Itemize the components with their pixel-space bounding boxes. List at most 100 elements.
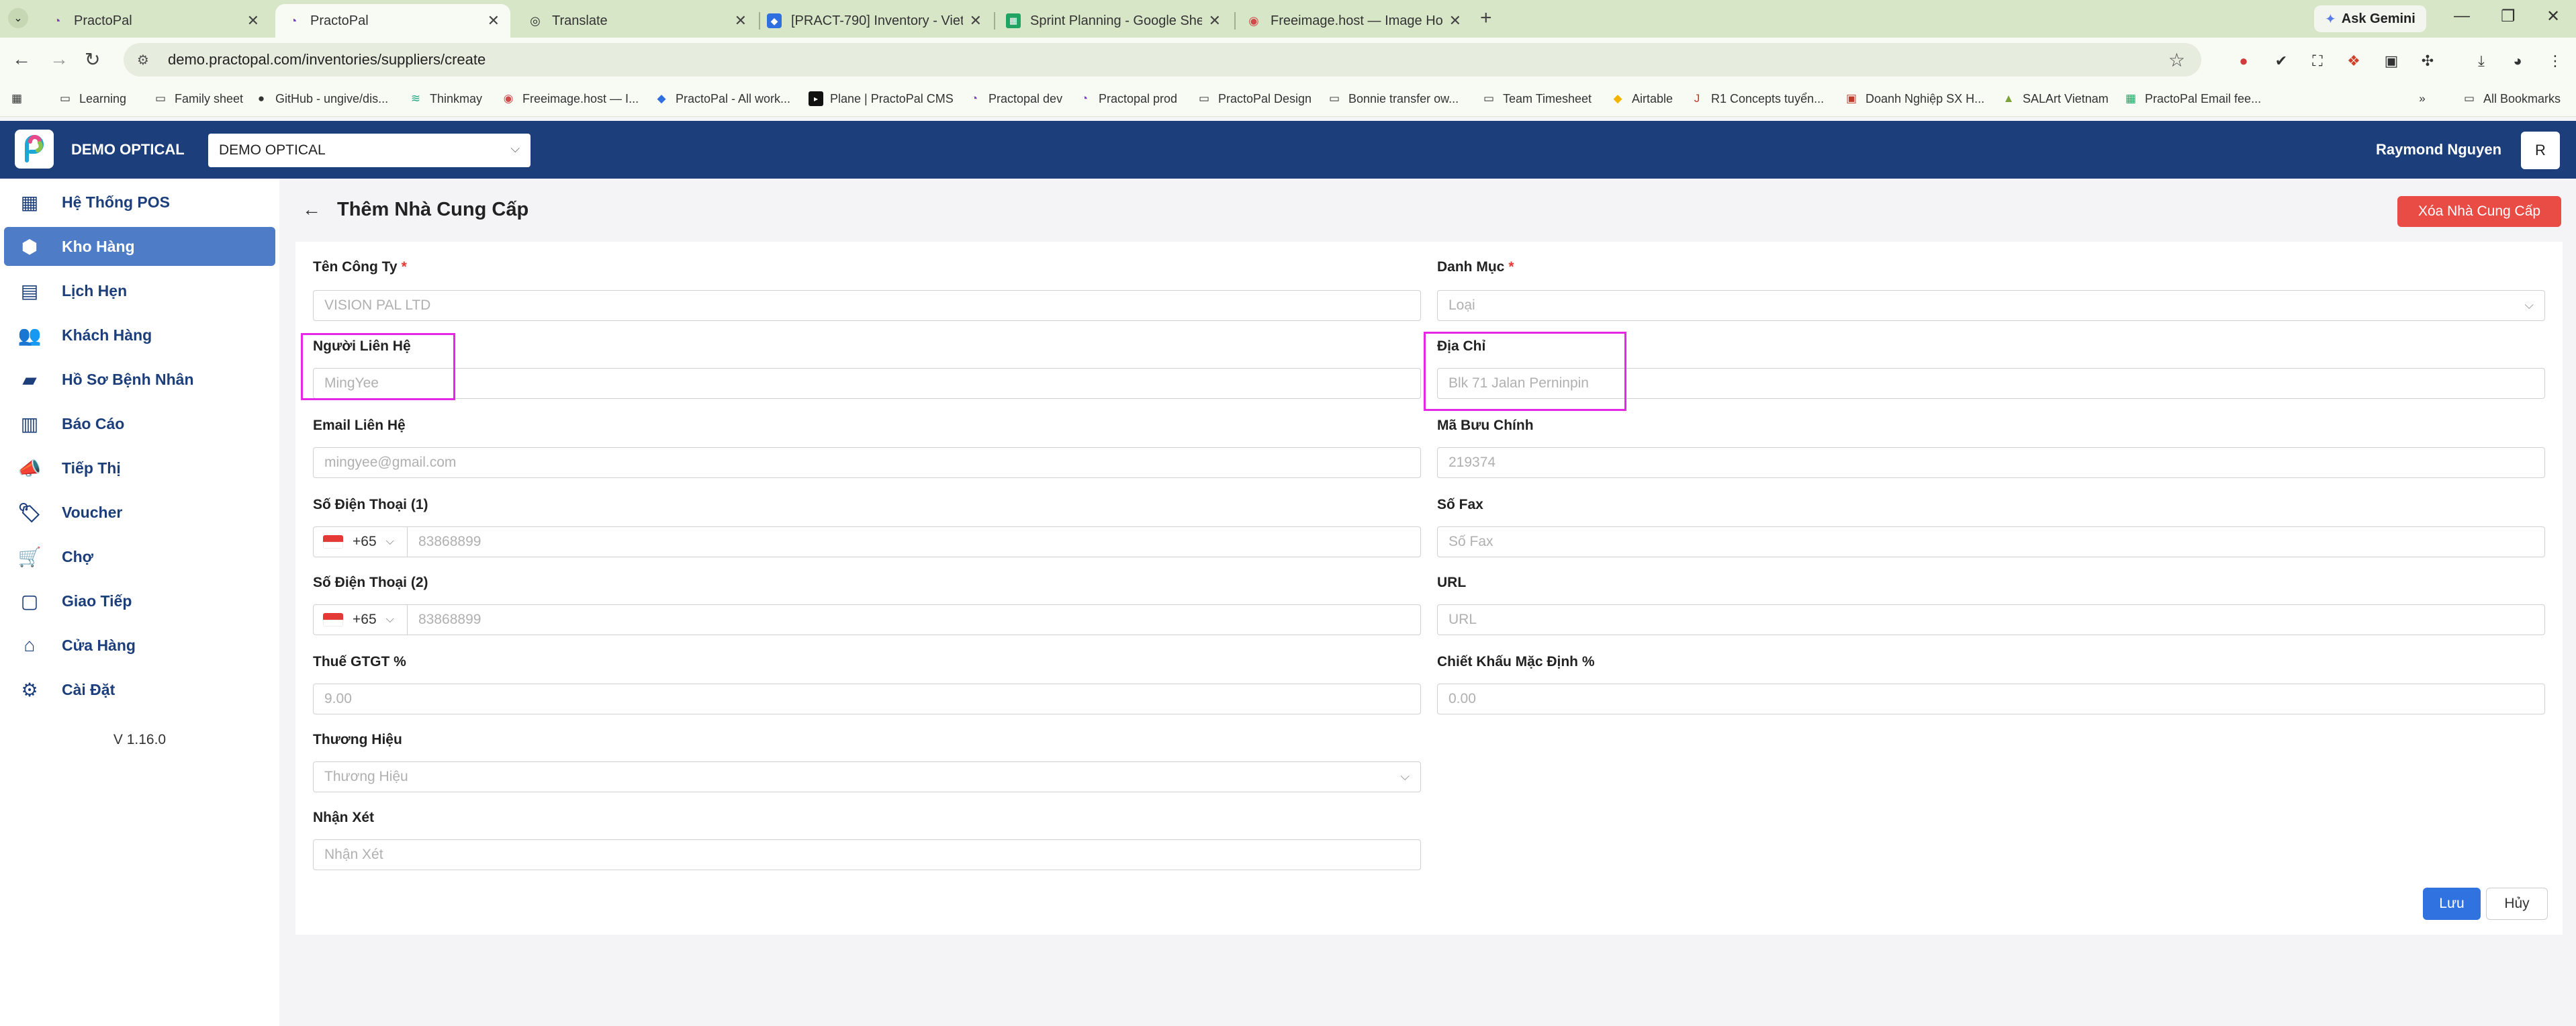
sidebar-item-label: Khách Hàng (62, 326, 152, 344)
url-input[interactable]: URL (1437, 604, 2545, 635)
close-icon[interactable]: ✕ (488, 12, 500, 30)
practopal-logo-icon[interactable] (15, 130, 54, 169)
cancel-button[interactable]: Hủy (2486, 888, 2548, 920)
default-discount-input[interactable]: 0.00 (1437, 684, 2545, 714)
brand-select[interactable]: Thương Hiệu ⌵ (313, 761, 1421, 792)
user-name[interactable]: Raymond Nguyen (2376, 141, 2501, 158)
store-icon: ⌂ (24, 635, 36, 655)
bookmark-practopal-prod[interactable]: ◔ Practopal prod (1077, 91, 1177, 106)
bookmark-r1-concepts[interactable]: J R1 Concepts tuyển... (1690, 91, 1824, 106)
apps-grid-icon[interactable]: ▦ (9, 91, 31, 106)
fax-input[interactable]: Số Fax (1437, 526, 2545, 557)
extension-check-icon[interactable]: ✔ (2271, 51, 2291, 71)
extensions-puzzle-icon[interactable]: ✣ (2418, 51, 2438, 71)
gemini-label: Ask Gemini (2341, 11, 2416, 26)
contact-person-input[interactable]: MingYee (313, 368, 1421, 399)
remarks-input[interactable]: Nhận Xét (313, 839, 1421, 870)
minimize-icon[interactable]: — (2454, 7, 2470, 26)
restore-icon[interactable]: ❐ (2501, 7, 2516, 26)
bookmark-practopal-dev[interactable]: ◔ Practopal dev (967, 91, 1062, 106)
practopal-icon: ◔ (53, 13, 61, 28)
sidebar-item-settings[interactable]: ⚙ Cài Đặt (4, 670, 275, 709)
sidebar-item-store[interactable]: ⌂ Cửa Hàng (4, 626, 275, 665)
bookmark-freeimage[interactable]: ◉ Freeimage.host — I... (501, 91, 639, 106)
browser-tab-translate[interactable]: ◎ Translate ✕ (517, 4, 757, 38)
site-info-icon[interactable]: ⚙ (137, 52, 157, 68)
bookmark-learning[interactable]: ▭ Learning (58, 91, 126, 106)
sidebar-item-patient-records[interactable]: ▰ Hồ Sơ Bệnh Nhân (4, 360, 275, 399)
bookmark-practopal-design[interactable]: ▭ PractoPal Design (1197, 91, 1312, 106)
tag-icon: 🏷 (17, 502, 42, 523)
bookmark-star-icon[interactable]: ☆ (2168, 49, 2185, 71)
profile-icon[interactable]: ◕ (2508, 51, 2528, 71)
extension-red-icon[interactable]: ❖ (2344, 51, 2364, 71)
vat-label: Thuế GTGT % (313, 654, 406, 669)
sidebar-item-marketing[interactable]: 📣 Tiếp Thị (4, 449, 275, 487)
bookmark-airtable[interactable]: ◆ Airtable (1610, 91, 1673, 106)
bookmark-doanh-nghiep[interactable]: ▣ Doanh Nghiệp SX H... (1844, 91, 1984, 106)
sidebar-item-voucher[interactable]: 🏷 Voucher (4, 493, 275, 532)
sidebar-item-inventory[interactable]: ⬢ Kho Hàng (4, 227, 275, 266)
box-icon: ⬢ (21, 236, 38, 257)
close-icon[interactable]: ✕ (1449, 12, 1461, 30)
download-icon[interactable]: ⤓ (2471, 51, 2491, 71)
bookmark-label: Plane | PractoPal CMS (830, 91, 954, 105)
category-select[interactable]: Loại ⌵ (1437, 290, 2545, 321)
tab-search-icon[interactable]: ⌄ (8, 8, 28, 28)
close-icon[interactable]: ✕ (970, 12, 982, 30)
sidebar-item-communication[interactable]: ▢ Giao Tiếp (4, 581, 275, 620)
bookmark-family-sheet[interactable]: ▭ Family sheet (153, 91, 243, 106)
sidebar-item-label: Cài Đặt (62, 680, 116, 698)
bookmark-practopal-email[interactable]: ▦ PractoPal Email fee... (2123, 91, 2261, 106)
avatar[interactable]: R (2521, 132, 2560, 169)
reload-icon[interactable]: ↻ (85, 48, 100, 71)
calculator-icon: ▦ (20, 191, 39, 213)
new-tab-plus-icon[interactable]: + (1480, 7, 1492, 30)
bookmark-github[interactable]: ● GitHub - ungive/dis... (254, 91, 388, 106)
browser-tab-jira[interactable]: ◆ [PRACT-790] Inventory - Vietnam ✕ (756, 4, 993, 38)
sidebar-item-appointments[interactable]: ▤ Lịch Hẹn (4, 271, 275, 310)
forward-icon[interactable]: → (50, 48, 68, 70)
window-close-icon[interactable]: ✕ (2546, 7, 2560, 26)
sidebar-item-customers[interactable]: 👥 Khách Hàng (4, 316, 275, 355)
ask-gemini-button[interactable]: ✦ Ask Gemini (2314, 5, 2426, 32)
all-bookmarks-label: All Bookmarks (2483, 91, 2561, 105)
phone1-country-code-select[interactable]: +65 ⌵ (314, 527, 408, 557)
phone2-number-input[interactable]: 83868899 (408, 605, 1420, 635)
bookmark-thinkmay[interactable]: ≋ Thinkmay (408, 91, 482, 106)
screenshot-icon[interactable]: ⛶ (2307, 51, 2328, 71)
close-icon[interactable]: ✕ (1209, 12, 1221, 30)
delete-supplier-button[interactable]: Xóa Nhà Cung Cấp (2397, 196, 2561, 227)
bookmark-practopal-all-work[interactable]: ◆ PractoPal - All work... (654, 91, 790, 106)
phone1-number-input[interactable]: 83868899 (408, 527, 1420, 557)
vat-input[interactable]: 9.00 (313, 684, 1421, 714)
extension-icon[interactable]: ● (2234, 51, 2254, 71)
extension-box-icon[interactable]: ▣ (2381, 51, 2401, 71)
bookmark-bonnie-transfer[interactable]: ▭ Bonnie transfer ow... (1327, 91, 1459, 106)
back-arrow-icon[interactable]: ← (302, 199, 321, 220)
company-name-input[interactable]: VISION PAL LTD (313, 290, 1421, 321)
browser-menu-icon[interactable]: ⋮ (2545, 51, 2565, 71)
bookmark-salart[interactable]: ▲ SALArt Vietnam (2001, 91, 2109, 106)
app-version: V 1.16.0 (113, 732, 167, 747)
close-icon[interactable]: ✕ (735, 12, 747, 30)
bookmark-plane[interactable]: ▸ Plane | PractoPal CMS (809, 91, 954, 106)
all-bookmarks[interactable]: ▭ All Bookmarks (2462, 91, 2561, 106)
phone2-country-code-select[interactable]: +65 ⌵ (314, 605, 408, 635)
browser-tab-freeimage[interactable]: ◉ Freeimage.host — Image Hostin ✕ (1236, 4, 1472, 38)
organization-select[interactable]: DEMO OPTICAL ⌵ (208, 134, 531, 167)
more-bookmarks-chevron-icon[interactable]: » (2415, 91, 2436, 106)
bookmark-team-timesheet[interactable]: ▭ Team Timesheet (1481, 91, 1592, 106)
browser-tab-practopal-1[interactable]: ◔ PractoPal ✕ (39, 4, 270, 38)
browser-tab-sheets[interactable]: ▦ Sprint Planning - Google Sheets ✕ (995, 4, 1232, 38)
contact-email-input[interactable]: mingyee@gmail.com (313, 447, 1421, 478)
sidebar-item-reports[interactable]: ▥ Báo Cáo (4, 404, 275, 443)
postal-code-input[interactable]: 219374 (1437, 447, 2545, 478)
close-icon[interactable]: ✕ (247, 12, 259, 30)
save-button[interactable]: Lưu (2423, 888, 2481, 920)
sidebar-item-market[interactable]: 🛒 Chợ (4, 537, 275, 576)
back-icon[interactable]: ← (12, 48, 31, 70)
sidebar-item-pos[interactable]: ▦ Hệ Thống POS (4, 183, 275, 222)
address-bar[interactable]: ⚙ demo.practopal.com/inventories/supplie… (124, 43, 2201, 77)
browser-tab-practopal-2[interactable]: ◔ PractoPal ✕ (275, 4, 510, 38)
